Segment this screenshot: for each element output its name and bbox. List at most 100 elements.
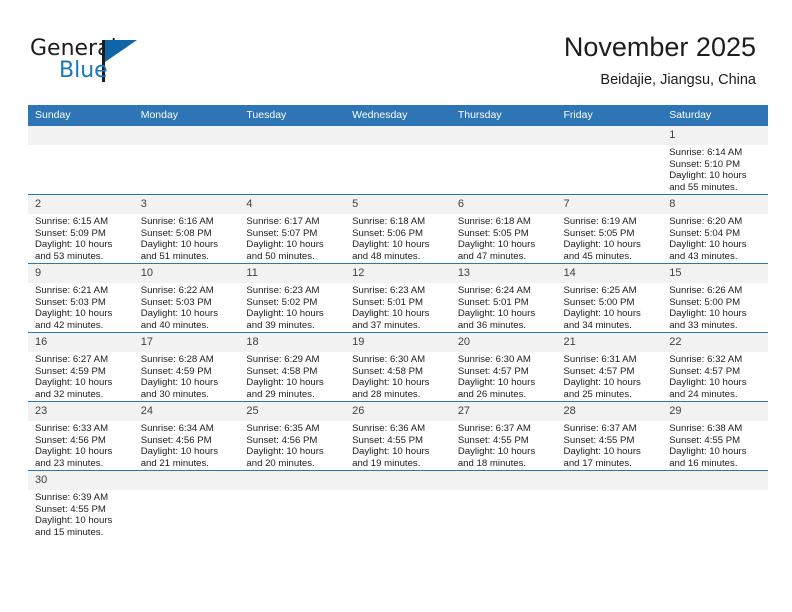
day-number: 29 — [662, 402, 768, 421]
daylight-text-line1: Daylight: 10 hours — [246, 239, 324, 251]
calendar-day-cell[interactable]: 5 Sunrise: 6:18 AM Sunset: 5:06 PM Daylight… — [345, 194, 451, 264]
calendar-day-cell[interactable]: 19 Sunrise: 6:30 AM Sunset: 4:58 PM Dayligh… — [345, 332, 451, 402]
day-number: 7 — [556, 195, 663, 214]
day-number: 14 — [556, 264, 663, 283]
calendar-body: 1 Sunrise: 6:14 AM Sunset: 5:10 PM Daylight… — [28, 126, 768, 539]
daylight-text-line1: Daylight: 10 hours — [246, 377, 324, 389]
daylight-text-line1: Daylight: 10 hours — [669, 377, 747, 389]
daylight-text-line2: and 33 minutes. — [669, 319, 738, 331]
sunset-text: Sunset: 4:55 PM — [35, 503, 106, 515]
calendar-day-cell[interactable]: 27 Sunrise: 6:37 AM Sunset: 4:55 PM Dayligh… — [450, 401, 557, 471]
daylight-text-line1: Daylight: 10 hours — [457, 446, 536, 458]
calendar-week-row: 30 Sunrise: 6:39 AM Sunset: 4:55 PM Dayligh… — [28, 470, 768, 539]
weekday-header-thursday: Thursday — [450, 105, 557, 126]
day-details: Sunrise: 6:35 AM Sunset: 4:56 PM Daylight:… — [239, 421, 345, 469]
sunrise-text: Sunrise: 6:37 AM — [563, 423, 637, 434]
calendar-day-cell[interactable]: 29 Sunrise: 6:38 AM Sunset: 4:55 PM Dayligh… — [662, 401, 768, 471]
day-number: 1 — [662, 126, 768, 145]
daylight-text-line1: Daylight: 10 hours — [563, 239, 641, 251]
daylight-text-line2: and 48 minutes. — [352, 250, 421, 262]
daylight-text-line1: Daylight: 10 hours — [563, 377, 641, 389]
calendar-day-cell[interactable]: 23 Sunrise: 6:33 AM Sunset: 4:56 PM Dayligh… — [28, 401, 134, 471]
day-details: Sunrise: 6:19 AM Sunset: 5:05 PM Daylight:… — [557, 214, 663, 262]
daylight-text-line1: Daylight: 10 hours — [669, 239, 747, 251]
calendar-day-cell[interactable]: 3 Sunrise: 6:16 AM Sunset: 5:08 PM Daylight… — [133, 194, 240, 264]
sunrise-text: Sunrise: 6:19 AM — [563, 216, 637, 227]
day-number: 15 — [662, 264, 768, 283]
calendar-day-cell[interactable]: 25 Sunrise: 6:35 AM Sunset: 4:56 PM Dayligh… — [239, 401, 346, 471]
sunrise-text: Sunrise: 6:29 AM — [246, 354, 320, 365]
calendar-page: General Blue November 2025 Beidajie, Jia… — [0, 0, 792, 612]
day-number — [345, 126, 451, 145]
calendar-day-cell[interactable]: 14 Sunrise: 6:25 AM Sunset: 5:00 PM Dayligh… — [556, 263, 663, 333]
day-number: 4 — [239, 195, 346, 214]
calendar-day-cell[interactable]: 8 Sunrise: 6:20 AM Sunset: 5:04 PM Daylight… — [662, 194, 768, 264]
daylight-text-line2: and 36 minutes. — [457, 319, 527, 331]
daylight-text-line1: Daylight: 10 hours — [246, 308, 324, 320]
daylight-text-line2: and 19 minutes. — [352, 457, 421, 469]
calendar-header-row: Sunday Monday Tuesday Wednesday Thursday… — [28, 105, 768, 126]
calendar-day-cell[interactable]: 18 Sunrise: 6:29 AM Sunset: 4:58 PM Dayligh… — [239, 332, 346, 402]
day-details: Sunrise: 6:37 AM Sunset: 4:55 PM Daylight:… — [451, 421, 557, 469]
calendar-day-cell[interactable]: 11 Sunrise: 6:23 AM Sunset: 5:02 PM Dayligh… — [239, 263, 346, 333]
day-number: 17 — [133, 333, 240, 352]
daylight-text-line2: and 20 minutes. — [246, 457, 315, 469]
daylight-text-line2: and 51 minutes. — [140, 250, 209, 262]
sunset-text: Sunset: 5:08 PM — [140, 227, 212, 239]
daylight-text-line1: Daylight: 10 hours — [140, 446, 219, 458]
calendar-day-cell[interactable]: 10 Sunrise: 6:22 AM Sunset: 5:03 PM Dayligh… — [133, 263, 240, 333]
calendar-day-cell[interactable]: 4 Sunrise: 6:17 AM Sunset: 5:07 PM Daylight… — [239, 194, 346, 264]
daylight-text-line2: and 32 minutes. — [35, 388, 104, 400]
calendar-day-cell[interactable]: 20 Sunrise: 6:30 AM Sunset: 4:57 PM Dayligh… — [450, 332, 557, 402]
day-number: 24 — [133, 402, 240, 421]
daylight-text-line2: and 34 minutes. — [563, 319, 632, 331]
sunset-text: Sunset: 5:06 PM — [352, 227, 424, 239]
calendar-day-cell-empty — [662, 470, 768, 539]
calendar-day-cell[interactable]: 17 Sunrise: 6:28 AM Sunset: 4:59 PM Dayligh… — [133, 332, 240, 402]
sunrise-text: Sunrise: 6:30 AM — [457, 354, 531, 365]
calendar-day-cell[interactable]: 22 Sunrise: 6:32 AM Sunset: 4:57 PM Dayligh… — [662, 332, 768, 402]
daylight-text-line1: Daylight: 10 hours — [246, 446, 324, 458]
location-subtitle: Beidajie, Jiangsu, China — [600, 72, 756, 88]
sunrise-text: Sunrise: 6:34 AM — [140, 423, 214, 434]
day-number — [556, 471, 663, 490]
day-number: 21 — [556, 333, 663, 352]
calendar-day-cell-empty — [239, 470, 346, 539]
calendar-week-row: 9 Sunrise: 6:21 AM Sunset: 5:03 PM Daylight… — [28, 263, 768, 333]
day-number — [450, 471, 557, 490]
day-number — [133, 471, 240, 490]
day-details: Sunrise: 6:31 AM Sunset: 4:57 PM Daylight:… — [557, 352, 663, 400]
daylight-text-line1: Daylight: 10 hours — [352, 446, 430, 458]
calendar-day-cell[interactable]: 26 Sunrise: 6:36 AM Sunset: 4:55 PM Dayligh… — [345, 401, 451, 471]
sunset-text: Sunset: 5:03 PM — [35, 296, 106, 308]
calendar-day-cell[interactable]: 30 Sunrise: 6:39 AM Sunset: 4:55 PM Dayligh… — [28, 470, 134, 539]
day-details: Sunrise: 6:21 AM Sunset: 5:03 PM Daylight:… — [28, 283, 134, 331]
calendar-day-cell[interactable]: 6 Sunrise: 6:18 AM Sunset: 5:05 PM Daylight… — [450, 194, 557, 264]
calendar-day-cell[interactable]: 12 Sunrise: 6:23 AM Sunset: 5:01 PM Dayligh… — [345, 263, 451, 333]
daylight-text-line1: Daylight: 10 hours — [669, 170, 747, 182]
calendar-day-cell[interactable]: 1 Sunrise: 6:14 AM Sunset: 5:10 PM Daylight… — [662, 126, 768, 195]
calendar-day-cell[interactable]: 24 Sunrise: 6:34 AM Sunset: 4:56 PM Dayligh… — [133, 401, 240, 471]
day-details: Sunrise: 6:15 AM Sunset: 5:09 PM Daylight:… — [28, 214, 134, 262]
daylight-text-line1: Daylight: 10 hours — [669, 308, 747, 320]
daylight-text-line2: and 45 minutes. — [563, 250, 632, 262]
sunset-text: Sunset: 4:56 PM — [246, 434, 318, 446]
sunrise-text: Sunrise: 6:26 AM — [669, 285, 743, 296]
day-details: Sunrise: 6:28 AM Sunset: 4:59 PM Daylight:… — [134, 352, 240, 400]
calendar-day-cell[interactable]: 15 Sunrise: 6:26 AM Sunset: 5:00 PM Dayligh… — [662, 263, 768, 333]
day-details: Sunrise: 6:33 AM Sunset: 4:56 PM Daylight:… — [28, 421, 134, 469]
calendar-day-cell-empty — [450, 470, 557, 539]
calendar-day-cell[interactable]: 9 Sunrise: 6:21 AM Sunset: 5:03 PM Daylight… — [28, 263, 134, 333]
sunset-text: Sunset: 4:57 PM — [669, 365, 741, 377]
calendar-day-cell[interactable]: 16 Sunrise: 6:27 AM Sunset: 4:59 PM Dayligh… — [28, 332, 134, 402]
calendar-day-cell[interactable]: 13 Sunrise: 6:24 AM Sunset: 5:01 PM Dayligh… — [450, 263, 557, 333]
calendar-day-cell[interactable]: 21 Sunrise: 6:31 AM Sunset: 4:57 PM Dayligh… — [556, 332, 663, 402]
sunset-text: Sunset: 4:55 PM — [457, 434, 529, 446]
calendar-day-cell[interactable]: 7 Sunrise: 6:19 AM Sunset: 5:05 PM Daylight… — [556, 194, 663, 264]
general-blue-logo[interactable]: General Blue — [30, 36, 210, 88]
calendar-day-cell[interactable]: 28 Sunrise: 6:37 AM Sunset: 4:55 PM Dayligh… — [556, 401, 663, 471]
daylight-text-line1: Daylight: 10 hours — [35, 308, 113, 320]
calendar-day-cell[interactable]: 2 Sunrise: 6:15 AM Sunset: 5:09 PM Daylight… — [28, 194, 134, 264]
day-details: Sunrise: 6:34 AM Sunset: 4:56 PM Daylight:… — [134, 421, 240, 469]
sunrise-text: Sunrise: 6:15 AM — [35, 216, 109, 227]
